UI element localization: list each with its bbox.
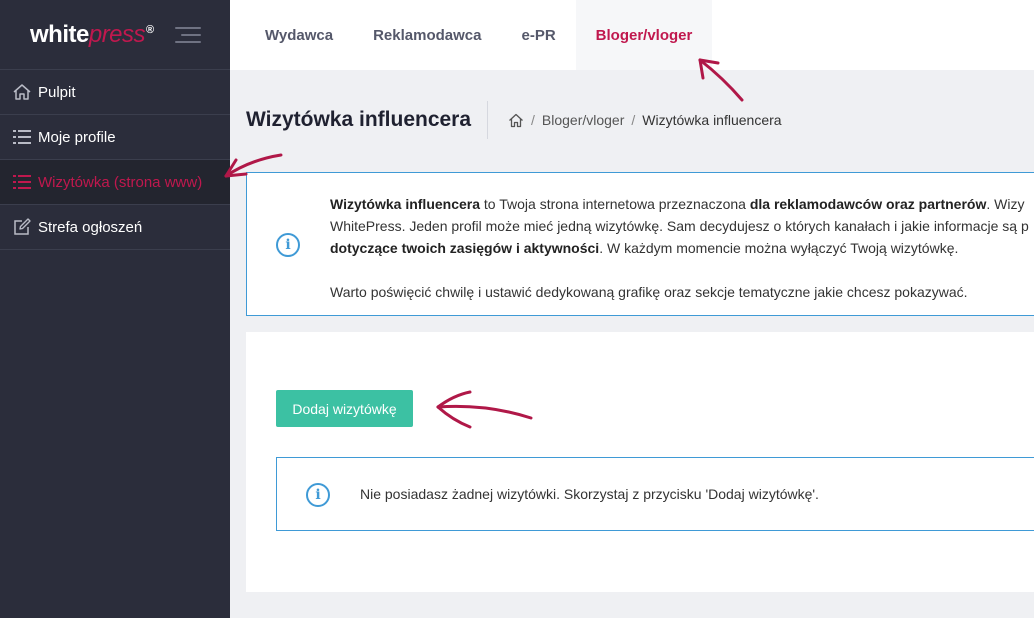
- annotation-arrow-icon: [224, 58, 744, 429]
